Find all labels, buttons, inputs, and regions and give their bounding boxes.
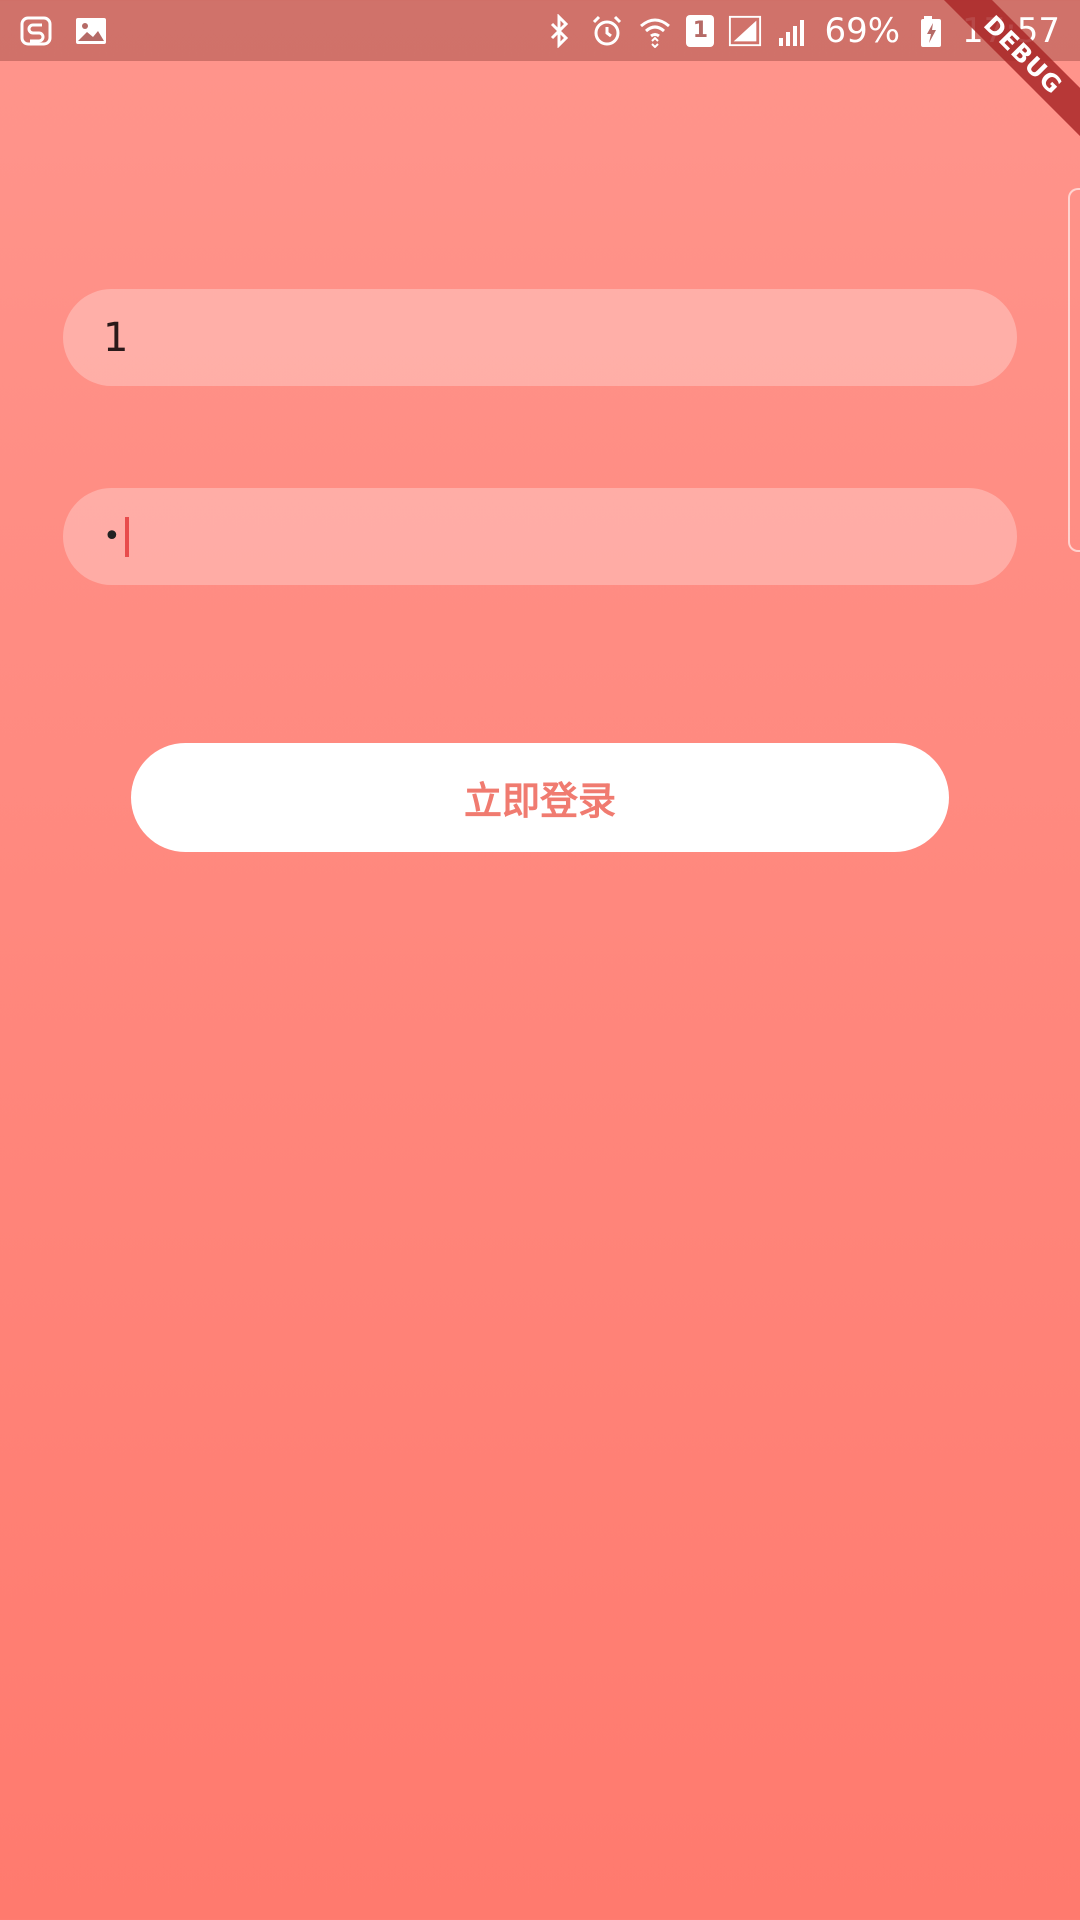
login-button[interactable]: 立即登录 (131, 743, 949, 852)
wifi-icon (638, 14, 672, 48)
signal-icon (728, 14, 762, 48)
password-input[interactable]: • (63, 488, 1017, 585)
signal-icon (776, 14, 810, 48)
edge-panel-handle[interactable] (1068, 188, 1080, 552)
status-bar-left (20, 14, 128, 48)
alarm-icon (590, 14, 624, 48)
username-value: 1 (103, 314, 129, 361)
password-mask: • (103, 519, 121, 554)
status-bar: 1 69% 17:57 (0, 0, 1080, 61)
bluetooth-icon (542, 13, 576, 48)
battery-icon (914, 14, 948, 48)
username-input[interactable]: 1 (63, 289, 1017, 386)
battery-percent: 69% (824, 10, 901, 51)
app-notification-icon (20, 14, 54, 48)
image-icon (74, 14, 108, 48)
text-caret (124, 516, 129, 557)
sim-icon: 1 (686, 14, 715, 47)
